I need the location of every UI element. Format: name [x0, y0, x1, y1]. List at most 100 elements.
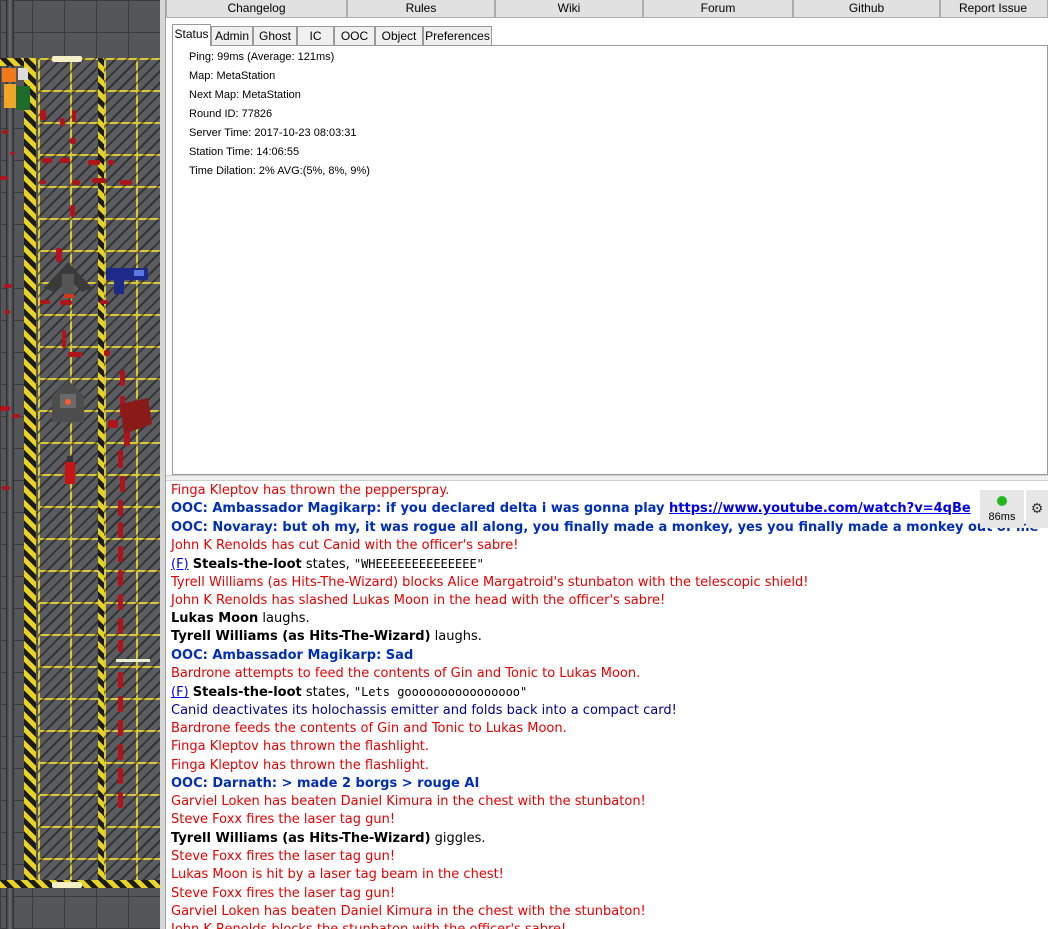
follow-link[interactable]: (F): [171, 685, 189, 700]
blood-splatter: [40, 110, 46, 120]
chat-message-text: Canid deactivates its holochassis emitte…: [171, 702, 677, 718]
blood-splatter: [60, 158, 70, 163]
tab-ooc[interactable]: OOC: [334, 26, 375, 45]
blood-splatter: [118, 792, 123, 808]
forum-button[interactable]: Forum: [643, 0, 793, 18]
wiki-button[interactable]: Wiki: [495, 0, 643, 18]
chat-message: John K Renolds has slashed Lukas Moon in…: [171, 592, 665, 610]
chat-message-text: Garviel Loken has beaten Daniel Kimura i…: [171, 903, 646, 919]
chat-message-text: Bardrone feeds the contents of Gin and T…: [171, 720, 567, 736]
chat-verb: states,: [301, 557, 354, 573]
next-map-stat: Next Map: MetaStation: [189, 89, 301, 101]
blood-splatter: [42, 158, 52, 163]
chat-message: John K Renolds has cut Canid with the of…: [171, 537, 518, 555]
chat-message-text: Lukas Moon is hit by a laser tag beam in…: [171, 867, 504, 883]
chat-message: (F) Steals-the-loot states, "WHEEEEEEEEE…: [171, 555, 484, 574]
chat-message: Finga Kleptov has thrown the pepperspray…: [171, 482, 449, 500]
station-time-stat: Station Time: 14:06:55: [189, 146, 300, 158]
blood-splatter: [120, 180, 132, 185]
player-character-sprite[interactable]: [0, 66, 36, 116]
time-dilation-stat: Time Dilation: 2% AVG:(5%, 8%, 9%): [189, 165, 370, 177]
chat-message-text: Steve Foxx fires the laser tag gun!: [171, 849, 396, 864]
chat-message: Steve Foxx fires the laser tag gun!: [171, 811, 395, 829]
chat-output[interactable]: Finga Kleptov has thrown the pepperspray…: [166, 481, 1048, 929]
blood-splatter: [4, 284, 12, 288]
laser-beam-sprite: [116, 659, 150, 662]
blood-splatter: [118, 594, 123, 610]
blood-splatter: [118, 696, 123, 712]
gear-icon[interactable]: ⚙: [1026, 490, 1048, 528]
hazard-floor-right: [104, 58, 160, 888]
status-panel: Ping: 99ms (Average: 121ms) Map: MetaSta…: [172, 45, 1048, 475]
airlock-light-top: [52, 56, 82, 62]
tab-ghost[interactable]: Ghost: [253, 26, 297, 45]
blood-splatter: [120, 476, 125, 492]
link-bar: Changelog Rules Wiki Forum Github Report…: [166, 0, 1048, 18]
chat-speaker-name: Steals-the-loot: [192, 685, 302, 701]
chat-message-text: Bardrone attempts to feed the contents o…: [171, 666, 641, 681]
github-button[interactable]: Github: [793, 0, 940, 18]
report-issue-button[interactable]: Report Issue: [940, 0, 1048, 18]
hazard-stripe-top: [0, 58, 24, 66]
chat-message: Garviel Loken has beaten Daniel Kimura i…: [171, 793, 646, 811]
blood-splatter: [10, 152, 15, 155]
chat-message: Garviel Loken has beaten Daniel Kimura i…: [171, 903, 646, 921]
blood-splatter: [118, 522, 123, 538]
changelog-button[interactable]: Changelog: [166, 0, 347, 18]
tab-preferences[interactable]: Preferences: [423, 26, 492, 45]
borg-sprite[interactable]: [46, 378, 90, 428]
chat-message: (F) Steals-the-loot states, "Lets gooooo…: [171, 683, 527, 702]
chat-message: OOC: Ambassador Magikarp: if you declare…: [171, 500, 971, 518]
airlock-light-bottom: [52, 882, 82, 888]
chat-message-text: Finga Kleptov has thrown the flashlight.: [171, 757, 430, 773]
chat-speaker-name: Lukas Moon: [171, 611, 259, 627]
tab-admin[interactable]: Admin: [211, 26, 253, 45]
chat-message: John K Renolds blocks the stunbaton with…: [171, 921, 566, 929]
chat-message-text: OOC: Ambassador Magikarp: if you declare…: [171, 501, 670, 517]
chat-message: Tyrell Williams (as Hits-The-Wizard) lau…: [171, 628, 482, 646]
tab-status[interactable]: Status: [172, 24, 211, 46]
chat-message: OOC: Ambassador Magikarp: Sad: [171, 647, 413, 665]
hazard-stripe-left: [24, 58, 36, 888]
blood-splatter: [68, 352, 82, 357]
follow-link[interactable]: (F): [171, 557, 189, 572]
map-stat: Map: MetaStation: [189, 70, 276, 82]
chat-message-text: Tyrell Williams (as Hits-The-Wizard) blo…: [171, 574, 809, 590]
winged-creature-sprite[interactable]: [40, 258, 96, 302]
chat-message: Finga Kleptov has thrown the flashlight.: [171, 757, 429, 775]
blood-splatter: [118, 546, 123, 562]
tab-object[interactable]: Object: [375, 26, 423, 45]
body-sprite[interactable]: [112, 394, 156, 438]
round-id-stat: Round ID: 77826: [189, 108, 273, 120]
blood-splatter: [62, 330, 66, 348]
connection-status-icon: [997, 496, 1007, 506]
blood-splatter: [118, 720, 123, 736]
chat-speaker-name: Tyrell Williams (as Hits-The-Wizard): [171, 629, 431, 645]
fire-extinguisher-sprite[interactable]: [60, 456, 80, 486]
blood-splatter: [100, 300, 108, 304]
blood-splatter: [0, 406, 10, 411]
server-time-stat: Server Time: 2017-10-23 08:03:31: [189, 127, 357, 139]
ping-stat: Ping: 99ms (Average: 121ms): [189, 51, 335, 63]
chat-message-text: Steve Foxx fires the laser tag gun!: [171, 885, 396, 901]
chat-message: Finga Kleptov has thrown the flashlight.: [171, 738, 429, 756]
chat-message: Bardrone feeds the contents of Gin and T…: [171, 720, 567, 738]
chat-message: Lukas Moon laughs.: [171, 610, 310, 628]
chat-message: Lukas Moon is hit by a laser tag beam in…: [171, 866, 504, 884]
chat-url-link[interactable]: https://www.youtube.com/watch?v=4qBe: [669, 501, 971, 516]
blood-splatter: [118, 450, 123, 468]
tab-ic[interactable]: IC: [297, 26, 334, 45]
chat-message-text: OOC: Darnath: > made 2 borgs > rouge AI: [171, 775, 480, 791]
chat-message-text: Garviel Loken has beaten Daniel Kimura i…: [171, 794, 646, 810]
ping-label: 86ms: [988, 511, 1016, 523]
blood-splatter: [40, 180, 46, 184]
blood-splatter: [118, 570, 123, 586]
chat-speech: "Lets goooooooooooooooo": [353, 685, 528, 700]
blood-splatter: [118, 640, 123, 652]
info-panel: Changelog Rules Wiki Forum Github Report…: [166, 0, 1048, 929]
game-map-viewport[interactable]: [0, 0, 160, 929]
chat-emote-text: giggles.: [430, 830, 486, 846]
chat-emote-text: laughs.: [258, 611, 310, 627]
rules-button[interactable]: Rules: [347, 0, 495, 18]
laser-gun-sprite[interactable]: [104, 262, 152, 298]
